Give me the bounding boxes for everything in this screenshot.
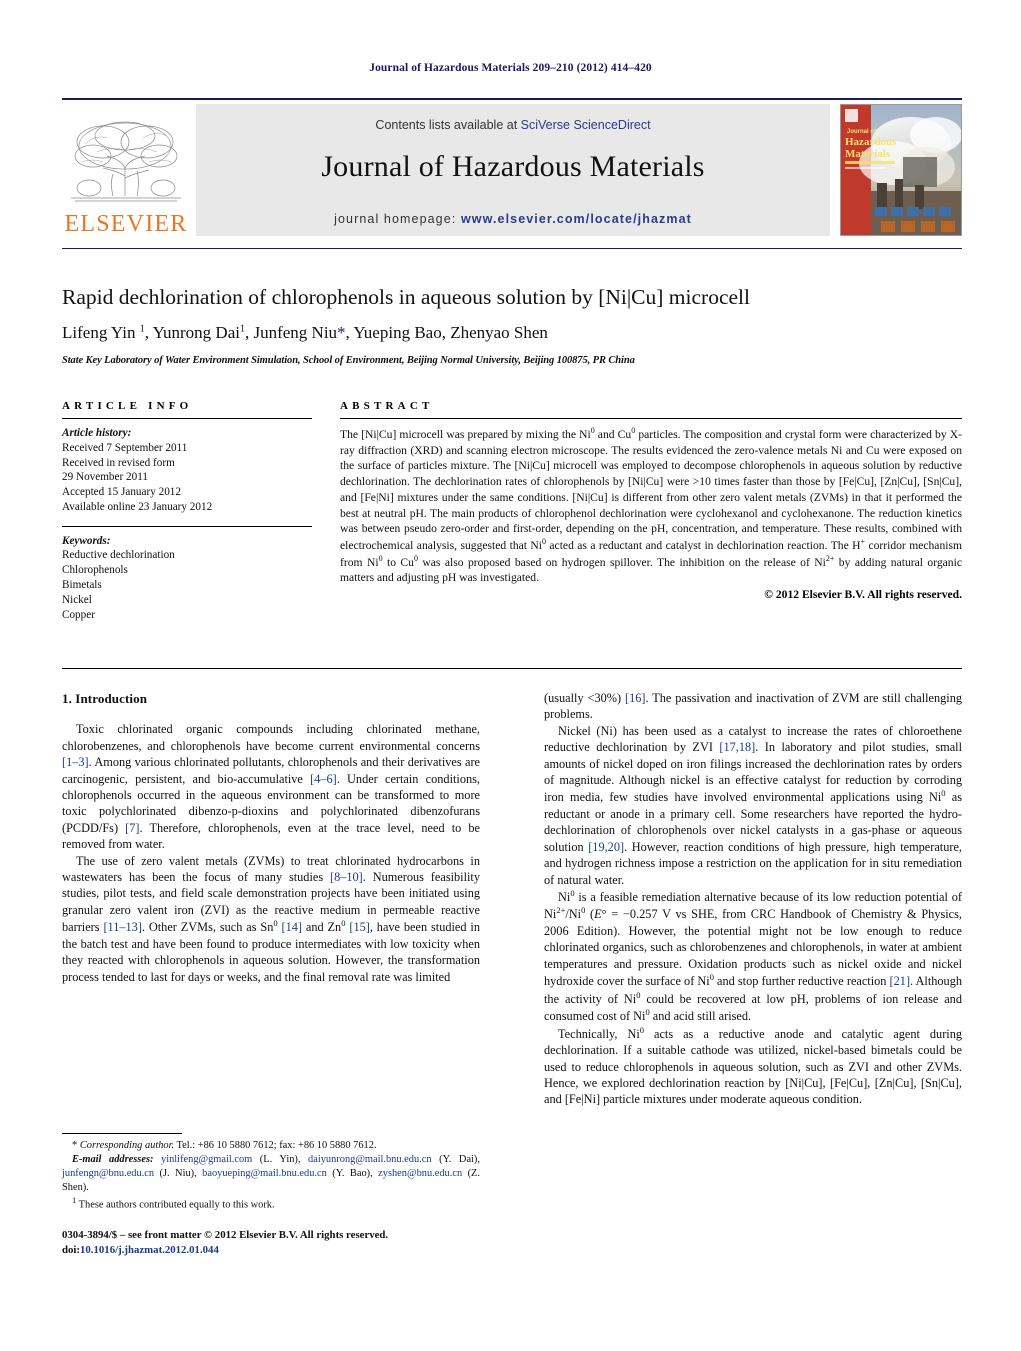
journal-homepage-line: journal homepage: www.elsevier.com/locat… [196, 212, 830, 226]
email-addresses-note[interactable]: E-mail addresses: yinlifeng@gmail.com (L… [62, 1153, 480, 1195]
cover-line-hazardous: Hazardous [845, 136, 897, 148]
equal-contribution-note: 1 These authors contributed equally to t… [72, 1194, 275, 1211]
issn-line: 0304-3894/$ – see front matter © 2012 El… [62, 1229, 389, 1241]
keyword-item: Reductive dechlorination [62, 549, 175, 562]
footnote-divider [62, 1133, 182, 1134]
doi-line: doi:10.1016/j.jhazmat.2012.01.044 [62, 1243, 502, 1258]
abstract-copyright: © 2012 Elsevier B.V. All rights reserved… [764, 588, 962, 602]
page-title: Rapid dechlorination of chlorophenols in… [62, 285, 750, 309]
body-column-left: 1. Introduction Toxic chlorinated organi… [62, 690, 480, 985]
keyword-item: Chlorophenols [62, 564, 128, 577]
body-paragraph: Technically, Ni0 acts as a reductive ano… [544, 1024, 962, 1107]
cover-line-journal-of: Journal of [847, 129, 877, 135]
article-info-rule [62, 418, 312, 419]
title-divider [62, 248, 962, 249]
article-history-label: Article history: [62, 427, 132, 439]
contents-available-line: Contents lists available at SciVerse Sci… [196, 118, 830, 132]
journal-masthead: ELSEVIER Contents lists available at Sci… [62, 98, 962, 236]
section-heading-introduction: 1. Introduction [62, 691, 148, 706]
body-paragraph: Nickel (Ni) has been used as a catalyst … [544, 723, 962, 887]
issn-doi-block: 0304-3894/$ – see front matter © 2012 El… [62, 1228, 502, 1258]
body-paragraph: (usually <30%) [16]. The passivation and… [544, 691, 963, 722]
sciencedirect-link[interactable]: SciVerse ScienceDirect [521, 118, 651, 132]
contents-prefix: Contents lists available at [375, 118, 521, 132]
abstract-heading: ABSTRACT [340, 400, 434, 412]
author-list: Lifeng Yin 1, Yunrong Dai1, Junfeng Niu*… [62, 323, 548, 342]
elsevier-logo: ELSEVIER [62, 104, 190, 236]
article-history-block: Article history: Received 7 September 20… [62, 426, 312, 515]
history-item: Accepted 15 January 2012 [62, 486, 181, 499]
masthead-center-band: Contents lists available at SciVerse Sci… [196, 104, 830, 236]
abstract-rule [340, 418, 962, 419]
running-head: Journal of Hazardous Materials 209–210 (… [369, 62, 652, 74]
keyword-item: Nickel [62, 593, 92, 606]
paper-page: Journal of Hazardous Materials 209–210 (… [0, 0, 1021, 1351]
body-paragraph: Toxic chlorinated organic compounds incl… [62, 722, 480, 852]
elsevier-wordmark: ELSEVIER [64, 211, 188, 237]
keywords-block: Keywords: Reductive dechlorination Chlor… [62, 534, 312, 623]
elsevier-tree-icon [71, 121, 181, 202]
abstract-bottom-divider [62, 668, 962, 669]
history-item: 29 November 2011 [62, 471, 148, 484]
homepage-prefix: journal homepage: [334, 212, 461, 226]
corresponding-author-note: * Corresponding author. Tel.: +86 10 588… [72, 1140, 377, 1151]
keyword-item: Bimetals [62, 579, 102, 592]
journal-title: Journal of Hazardous Materials [321, 150, 705, 183]
history-item: Received 7 September 2011 [62, 441, 188, 454]
keywords-label: Keywords: [62, 534, 111, 547]
journal-cover-thumbnail: Journal of Hazardous Materials [840, 104, 962, 236]
affiliation: State Key Laboratory of Water Environmen… [62, 355, 635, 366]
keywords-rule [62, 525, 312, 527]
abstract-column: ABSTRACT The [Ni|Cu] microcell was prepa… [340, 400, 962, 601]
homepage-url-link[interactable]: www.elsevier.com/locate/jhazmat [461, 212, 692, 226]
body-paragraph: The use of zero valent metals (ZVMs) to … [62, 853, 480, 984]
history-item: Available online 23 January 2012 [62, 500, 213, 513]
doi-link[interactable]: 10.1016/j.jhazmat.2012.01.044 [80, 1244, 219, 1256]
abstract-text: The [Ni|Cu] microcell was prepared by mi… [340, 426, 963, 585]
article-info-heading: ARTICLE INFO [62, 400, 193, 412]
footnote-block: * Corresponding author. Tel.: +86 10 588… [62, 1139, 480, 1212]
keyword-item: Copper [62, 608, 95, 621]
body-column-right: (usually <30%) [16]. The passivation and… [544, 690, 962, 1108]
body-paragraph: Ni0 is a feasible remediation alternativ… [544, 887, 962, 1024]
history-item: Received in revised form [62, 456, 175, 469]
doi-label: doi: [62, 1244, 80, 1257]
cover-line-materials: Materials [845, 148, 891, 160]
cover-artwork-icon: Journal of Hazardous Materials [841, 105, 961, 235]
article-info-column: ARTICLE INFO Article history: Received 7… [62, 400, 312, 622]
